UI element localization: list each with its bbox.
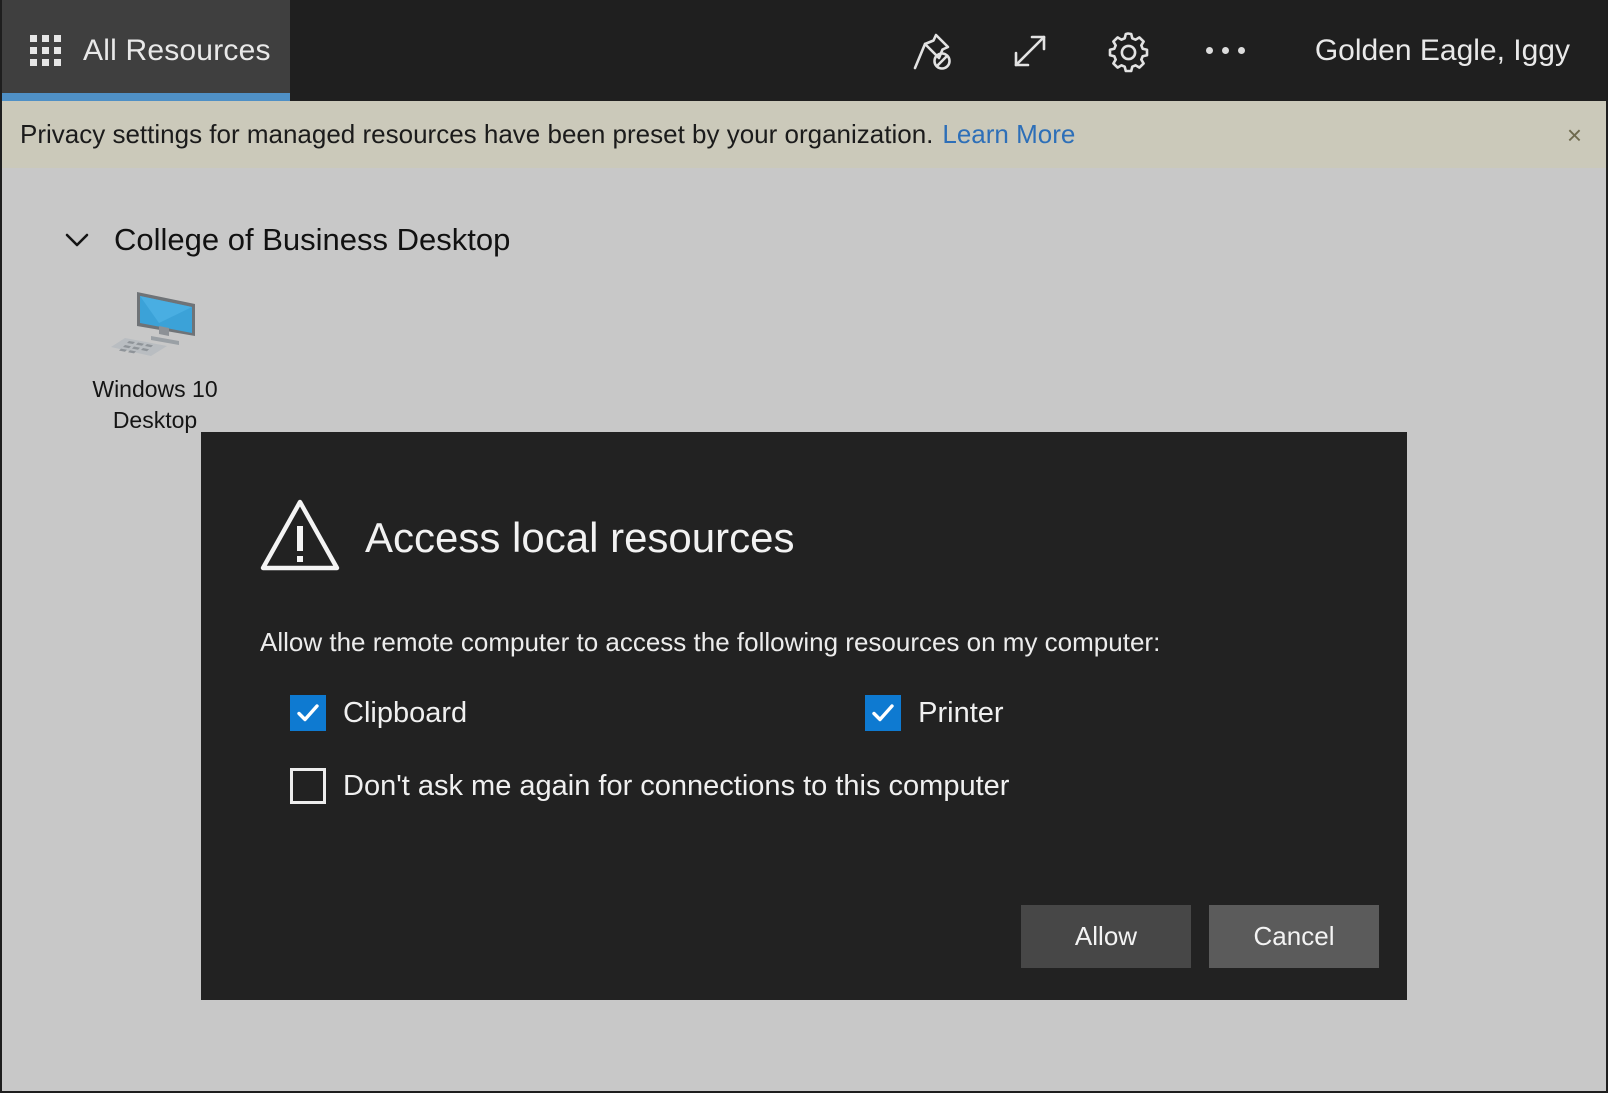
checkbox-printer-box[interactable]	[865, 695, 902, 731]
dialog-checkbox-row-1: Clipboard Printer	[201, 658, 1407, 731]
resource-group-title: College of Business Desktop	[114, 222, 511, 257]
desktop-computer-icon	[107, 284, 203, 362]
remote-desktop-web-client: All Resources Golden Eagle, Iggy Privacy…	[0, 0, 1608, 1093]
dialog-header: Access local resources	[201, 432, 1407, 579]
resource-item-label: Windows 10 Desktop	[92, 376, 218, 434]
warning-triangle-icon	[259, 496, 341, 579]
learn-more-link[interactable]: Learn More	[942, 119, 1075, 150]
user-account-label[interactable]: Golden Eagle, Iggy	[1275, 34, 1600, 68]
top-bar: All Resources Golden Eagle, Iggy	[2, 0, 1606, 101]
grid-apps-icon	[30, 35, 61, 66]
resource-grid: Windows 10 Desktop	[2, 258, 1606, 436]
more-options-icon[interactable]	[1177, 0, 1275, 101]
banner-close-icon[interactable]: ×	[1567, 122, 1582, 148]
checkbox-clipboard-label: Clipboard	[343, 696, 468, 729]
gear-icon[interactable]	[1079, 0, 1177, 101]
dialog-actions: Allow Cancel	[1021, 905, 1379, 968]
checkbox-printer[interactable]: Printer	[865, 695, 1004, 731]
tab-active-underline	[2, 93, 290, 101]
expand-icon[interactable]	[981, 0, 1079, 101]
privacy-notification-banner: Privacy settings for managed resources h…	[2, 101, 1606, 168]
topbar-actions: Golden Eagle, Iggy	[883, 0, 1606, 101]
resource-group-header[interactable]: College of Business Desktop	[2, 168, 510, 258]
resources-content-area: College of Business Desktop Windows 10 D…	[2, 168, 1606, 1091]
checkbox-dont-ask-again-label: Don't ask me again for connections to th…	[343, 769, 1010, 802]
unpin-icon[interactable]	[883, 0, 981, 101]
checkbox-dont-ask-again[interactable]: Don't ask me again for connections to th…	[290, 768, 1009, 804]
chevron-down-icon	[60, 223, 94, 257]
resource-item-windows-10-desktop[interactable]: Windows 10 Desktop	[80, 284, 230, 436]
access-local-resources-dialog: Access local resources Allow the remote …	[201, 432, 1407, 1000]
allow-button[interactable]: Allow	[1021, 905, 1191, 968]
dialog-checkbox-row-2: Don't ask me again for connections to th…	[201, 731, 1407, 804]
checkbox-clipboard-box[interactable]	[290, 695, 326, 731]
tab-all-resources-label: All Resources	[83, 33, 271, 67]
dialog-body-text: Allow the remote computer to access the …	[260, 627, 1161, 657]
cancel-button[interactable]: Cancel	[1209, 905, 1379, 968]
checkbox-clipboard[interactable]: Clipboard	[290, 695, 467, 731]
banner-message: Privacy settings for managed resources h…	[20, 119, 934, 149]
checkbox-printer-label: Printer	[918, 696, 1004, 729]
checkbox-dont-ask-again-box[interactable]	[290, 768, 326, 804]
tab-all-resources[interactable]: All Resources	[2, 0, 290, 101]
dialog-title: Access local resources	[365, 513, 795, 561]
